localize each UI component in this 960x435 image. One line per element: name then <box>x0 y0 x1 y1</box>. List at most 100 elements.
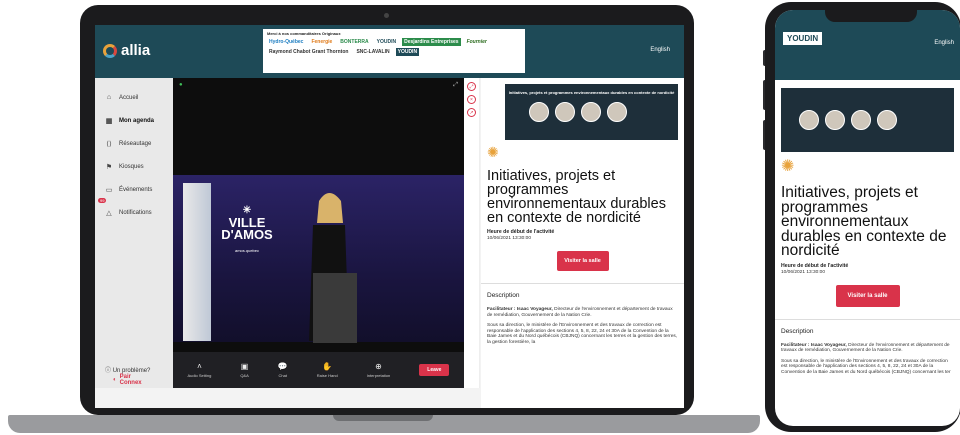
phone-start-label: Heure de début de l'activité <box>781 262 849 269</box>
event-logo-icon: ✺ <box>781 158 795 175</box>
speaker-photo <box>529 102 549 122</box>
speaker-photo <box>607 102 627 122</box>
start-label: Heure de début de l'activité <box>487 229 555 235</box>
laptop-notch <box>333 415 433 421</box>
home-icon: ⌂ <box>106 94 112 101</box>
video-player[interactable]: ● ⤢ ✳ VILLE D'AMOS amos.quebec ˄ Audio S… <box>173 78 464 388</box>
logo-ring-icon <box>103 43 117 58</box>
interpretation-button[interactable]: ⊕ Interpretation <box>367 362 391 378</box>
phone-logo[interactable]: YOUDIN <box>783 32 823 45</box>
control-label: Chat <box>278 373 287 378</box>
bell-icon: △ <box>106 209 112 217</box>
chat-icon: 💬 <box>277 362 288 371</box>
speaker-photo <box>799 110 819 130</box>
mockup-stage: allia Merci à nos commanditaires Origina… <box>0 0 960 435</box>
event-logo-icon: ✺ <box>487 144 499 160</box>
sidebar-item-agenda[interactable]: ▦ Mon agenda <box>95 109 173 132</box>
control-label: Q&A <box>240 373 249 378</box>
notification-badge: 99 <box>98 198 107 203</box>
phone-description-facilitator: Facilitateur : Isaac Voyageur, Directeur… <box>781 343 954 354</box>
sponsor-logo: YOUDIN <box>376 39 397 45</box>
speaker-photo <box>555 102 575 122</box>
fullscreen-icon[interactable]: ⤢ <box>467 82 476 91</box>
control-label: Audio Setting <box>187 373 212 378</box>
description-facilitator: Facilitateur : Isaac Voyageur, Directeur… <box>487 307 678 318</box>
external-link-icon[interactable]: ↗ <box>467 108 476 117</box>
speaker-photo <box>877 110 897 130</box>
qa-button[interactable]: ▣ Q&A <box>240 362 248 378</box>
qa-icon: ▣ <box>240 362 249 371</box>
camera-dot <box>384 13 389 18</box>
sidebar: ⌂ Accueil ▦ Mon agenda ⟨⟩ Réseautage ⚑ Kiosq… <box>95 78 173 388</box>
pair-connex-logo: ◐ Pair Connex <box>113 374 150 386</box>
sidebar-item-accueil[interactable]: ⌂ Accueil <box>95 86 173 109</box>
laptop-screen: allia Merci à nos commanditaires Origina… <box>95 25 684 408</box>
phone-session-title: Initiatives, projets et programmes envir… <box>781 184 947 259</box>
divider <box>775 318 960 320</box>
pair-brand-text: Pair Connex <box>119 374 142 386</box>
description-heading: Description <box>487 292 520 299</box>
pair-icon: ◐ <box>113 377 117 383</box>
sponsor-logo: Fournier <box>466 39 487 45</box>
divider <box>481 283 684 284</box>
sidebar-item-kiosques[interactable]: ⚑ Kiosques <box>95 155 173 178</box>
phone-screen: YOUDIN English ✺ Initiatives, projets et… <box>775 10 960 426</box>
start-value: 10/06/2021 13:30:00 <box>487 236 532 241</box>
sidebar-item-label: Événements <box>119 186 153 193</box>
session-card: Initiatives, projets et programmes envir… <box>481 78 684 408</box>
expand-icon[interactable]: ⤢ <box>453 82 458 89</box>
calendar-icon: ▦ <box>105 117 113 125</box>
sidebar-item-notifications[interactable]: 99 △ Notifications <box>95 198 173 224</box>
visit-room-button[interactable]: Visiter la salle <box>556 251 609 271</box>
phone-session-thumbnail <box>781 88 954 152</box>
sidebar-item-label: Réseautage <box>119 140 152 147</box>
sponsor-banner: Merci à nos commanditaires Originaux Hyd… <box>263 29 525 73</box>
session-title: Initiatives, projets et programmes envir… <box>487 168 666 226</box>
sponsor-logo: Raymond Chabot Grant Thornton <box>269 49 349 55</box>
info-icon: ⓘ <box>105 368 112 374</box>
sponsor-logo: Fenergie <box>311 39 333 45</box>
ville-amos-banner: ✳ VILLE D'AMOS amos.quebec <box>217 205 277 275</box>
app-header: allia Merci à nos commanditaires Origina… <box>95 25 684 78</box>
language-switch[interactable]: English <box>650 47 670 53</box>
video-frame: ✳ VILLE D'AMOS amos.quebec <box>173 175 464 343</box>
speaker-photo <box>825 110 845 130</box>
facilitator-label: Facilitateur : Isaac Voyageur, <box>781 342 847 348</box>
close-icon[interactable]: × <box>467 95 476 104</box>
speaker-photo <box>851 110 871 130</box>
raise-hand-button[interactable]: ✋ Raise Hand <box>317 362 338 378</box>
logo-text: allia <box>121 42 151 59</box>
sidebar-item-evenements[interactable]: ▭ Événements <box>95 178 173 201</box>
kiosk-icon: ⚑ <box>105 163 113 171</box>
sidebar-item-label: Kiosques <box>119 163 144 170</box>
action-rail: ⤢ × ↗ <box>464 78 480 388</box>
sponsor-logo: YOUDIN <box>395 48 420 56</box>
facilitator-label: Facilitateur : Isaac Voyageur, <box>487 307 553 312</box>
thumbnail-title: Initiatives, projets et programmes envir… <box>508 90 675 95</box>
app-logo[interactable]: allia <box>103 42 150 59</box>
phone-visit-room-button[interactable]: Visiter la salle <box>835 284 900 307</box>
events-icon: ▭ <box>105 186 113 194</box>
chat-button[interactable]: 💬 Chat <box>278 362 288 378</box>
video-controls: ˄ Audio Setting ▣ Q&A 💬 Chat ✋ Raise Hand ⊕ I… <box>173 352 464 388</box>
leave-button[interactable]: Leave <box>419 364 450 376</box>
sponsor-logo: Hydro-Québec <box>269 39 304 45</box>
sidebar-item-label: Mon agenda <box>119 117 155 124</box>
banner-sub: amos.quebec <box>234 248 259 253</box>
phone-language-switch[interactable]: English <box>934 40 954 46</box>
sidebar-item-label: Accueil <box>119 94 139 101</box>
sponsor-logo: Desjardins Entreprises <box>402 38 461 46</box>
phone-notch <box>825 8 917 22</box>
shield-icon: ● <box>179 82 183 88</box>
speaker-photo <box>581 102 601 122</box>
sponsor-logo: SNC-LAVALIN <box>356 49 390 55</box>
phone-description-heading: Description <box>781 327 814 335</box>
session-thumbnail: Initiatives, projets et programmes envir… <box>505 84 678 140</box>
banner-line2: D'AMOS <box>221 227 273 242</box>
control-label: Raise Hand <box>316 373 338 378</box>
control-label: Interpretation <box>366 373 391 378</box>
help-link[interactable]: ⓘ Un problème? ◐ Pair Connex <box>105 365 150 386</box>
audio-setting-button[interactable]: ˄ Audio Setting <box>188 362 212 378</box>
sidebar-item-reseautage[interactable]: ⟨⟩ Réseautage <box>95 132 173 155</box>
audio-icon: ˄ <box>197 362 202 371</box>
